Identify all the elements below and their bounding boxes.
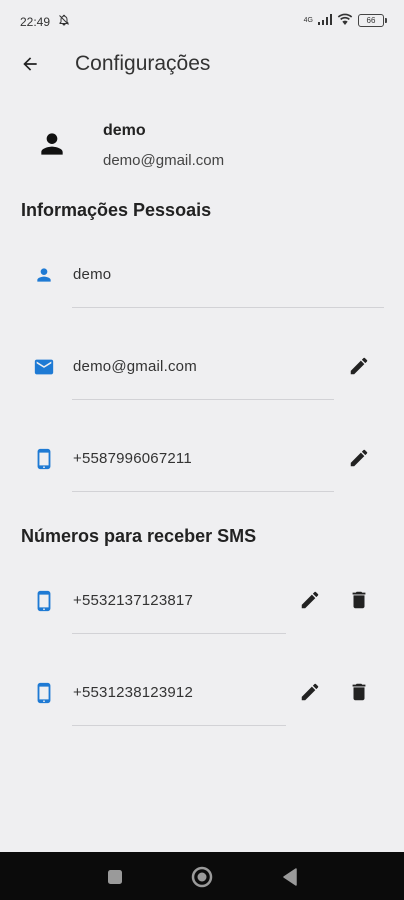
email-field: demo@gmail.com [0,342,404,402]
system-navigation-bar [0,852,404,900]
divider [72,725,286,726]
smartphone-icon [32,447,56,471]
triangle-back-icon [283,868,297,886]
section-title-personal-info: Informações Pessoais [21,200,212,220]
home-button[interactable] [189,864,215,890]
divider [72,491,334,492]
name-field: demo [0,250,404,310]
signal-icon [318,13,332,28]
pencil-icon [350,449,368,467]
sms-number-item: +5532137123817 [0,576,404,636]
back-nav-button[interactable] [277,864,303,890]
email-icon [32,355,56,379]
profile-header: demo demo@gmail.com [0,110,404,180]
pencil-icon [301,683,319,701]
sms-number-value: +5531238123912 [73,684,194,701]
phone-field: +5587996067211 [0,434,404,494]
smartphone-icon [32,681,56,705]
delete-sms-number-button[interactable] [343,676,375,708]
delete-sms-number-button[interactable] [343,584,375,616]
back-button[interactable] [14,50,46,78]
divider [72,307,384,308]
edit-sms-number-button[interactable] [294,584,326,616]
edit-email-button[interactable] [343,350,375,382]
section-title-sms-numbers: Números para receber SMS [21,526,257,546]
edit-phone-button[interactable] [343,442,375,474]
status-indicators: 4G 66 [303,13,387,28]
app-bar: Configurações [0,44,404,84]
trash-icon [352,683,366,701]
wifi-icon [337,13,353,28]
pencil-icon [350,357,368,375]
square-icon [108,870,122,884]
name-value: demo [73,266,112,283]
recents-button[interactable] [102,864,128,890]
status-time: 22:49 [20,15,51,29]
profile-name: demo [103,122,146,139]
trash-icon [352,591,366,609]
email-value: demo@gmail.com [73,358,197,375]
page-title: Configurações [75,52,211,75]
smartphone-icon [32,589,56,613]
person-icon [32,263,56,287]
network-label: 4G [303,17,313,24]
edit-sms-number-button[interactable] [294,676,326,708]
person-icon [36,128,68,160]
mute-bell-icon [58,14,70,29]
sms-number-item: +5531238123912 [0,668,404,728]
divider [72,399,334,400]
circle-icon [191,866,213,888]
profile-email: demo@gmail.com [103,152,225,169]
battery-icon: 66 [358,14,387,27]
pencil-icon [301,591,319,609]
phone-value: +5587996067211 [73,450,192,467]
status-bar: 22:49 4G 66 [0,0,404,44]
arrow-left-icon [23,57,37,71]
sms-number-value: +5532137123817 [73,592,194,609]
divider [72,633,286,634]
